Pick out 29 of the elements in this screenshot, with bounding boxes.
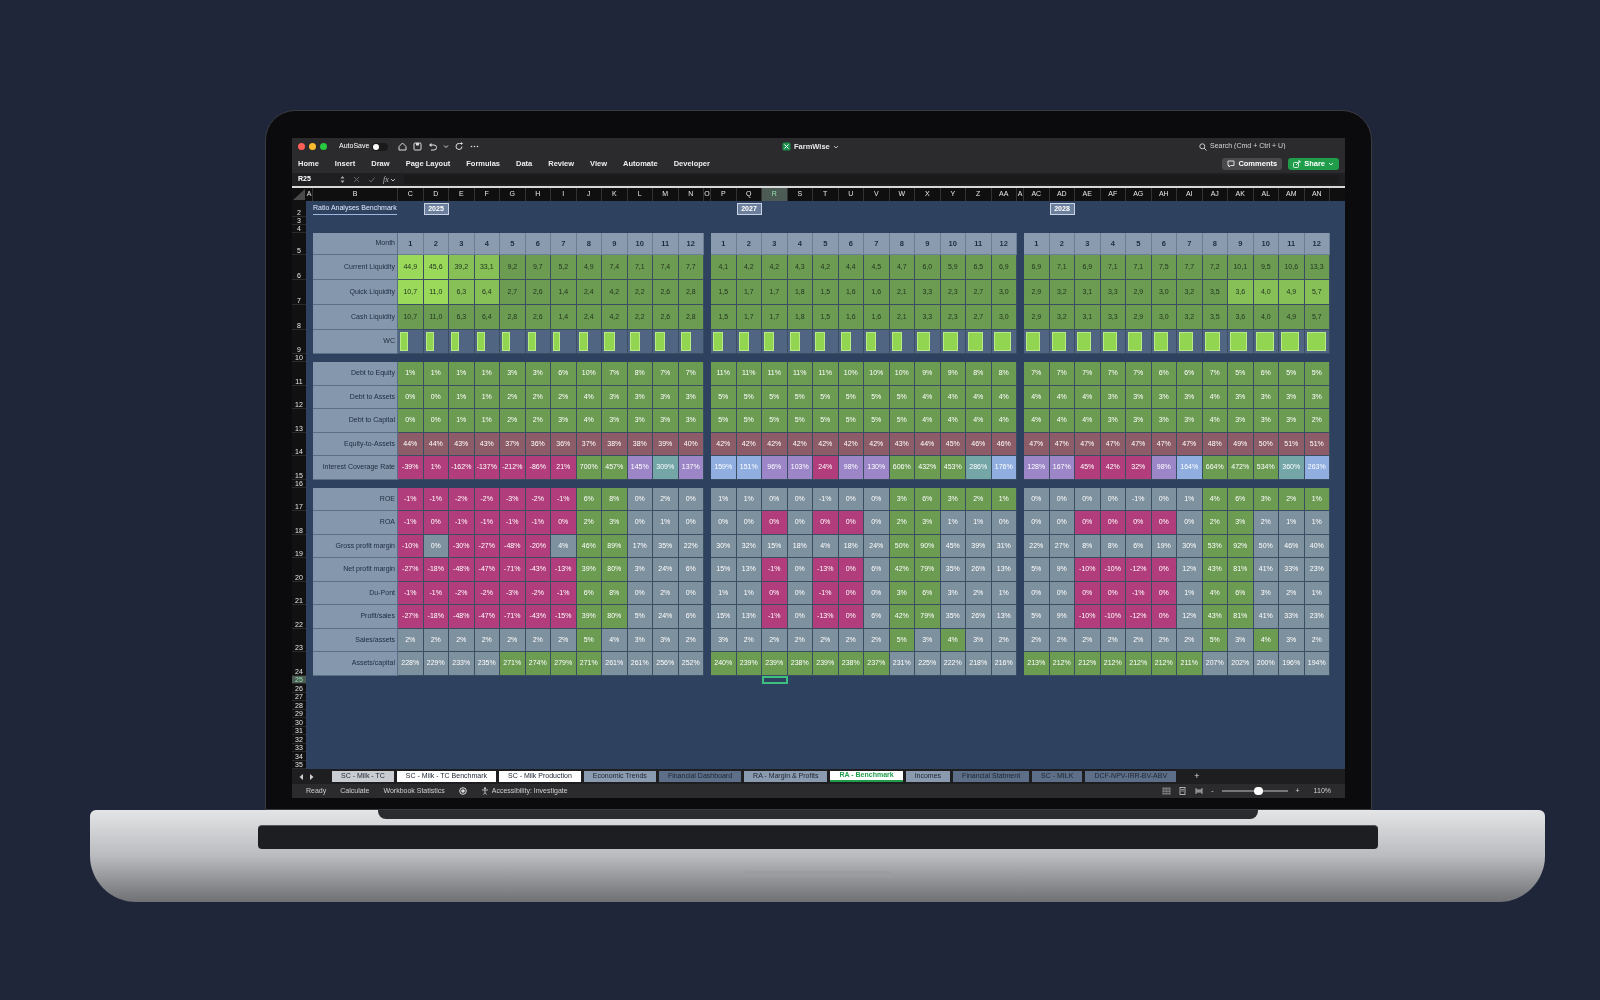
speech-bubble-icon bbox=[1227, 160, 1236, 168]
cancel-icon[interactable] bbox=[353, 176, 360, 183]
search-icon bbox=[1199, 142, 1207, 151]
save-icon[interactable] bbox=[413, 142, 423, 151]
minimize-button[interactable] bbox=[309, 143, 316, 150]
close-button[interactable] bbox=[298, 143, 305, 150]
spreadsheet-file-icon bbox=[782, 142, 791, 152]
zoom-button[interactable] bbox=[320, 143, 327, 150]
share-icon bbox=[1293, 160, 1302, 168]
redo-icon[interactable] bbox=[455, 142, 465, 151]
caret-icon[interactable] bbox=[443, 142, 450, 151]
page-break-icon[interactable] bbox=[1195, 787, 1204, 795]
page-layout-icon[interactable] bbox=[1179, 787, 1188, 795]
previous-sheet-icon[interactable] bbox=[298, 772, 305, 781]
function-button[interactable]: fx bbox=[383, 173, 389, 186]
next-sheet-icon[interactable] bbox=[308, 772, 315, 781]
autosave-toggle[interactable] bbox=[372, 142, 389, 151]
caret-icon[interactable] bbox=[389, 176, 396, 183]
caret-icon bbox=[1328, 161, 1334, 167]
undo-icon[interactable] bbox=[428, 142, 438, 151]
add-sheet-button[interactable]: + bbox=[1191, 772, 1203, 781]
normal-view-icon[interactable] bbox=[1162, 787, 1172, 795]
stepper-icon[interactable] bbox=[340, 175, 345, 184]
record-icon[interactable] bbox=[458, 787, 467, 795]
selected-cell[interactable] bbox=[762, 675, 788, 684]
check-icon[interactable] bbox=[368, 176, 375, 183]
home-icon[interactable] bbox=[398, 142, 408, 151]
zoom-slider-thumb[interactable] bbox=[1253, 787, 1263, 795]
accessibility-icon[interactable] bbox=[480, 787, 489, 795]
